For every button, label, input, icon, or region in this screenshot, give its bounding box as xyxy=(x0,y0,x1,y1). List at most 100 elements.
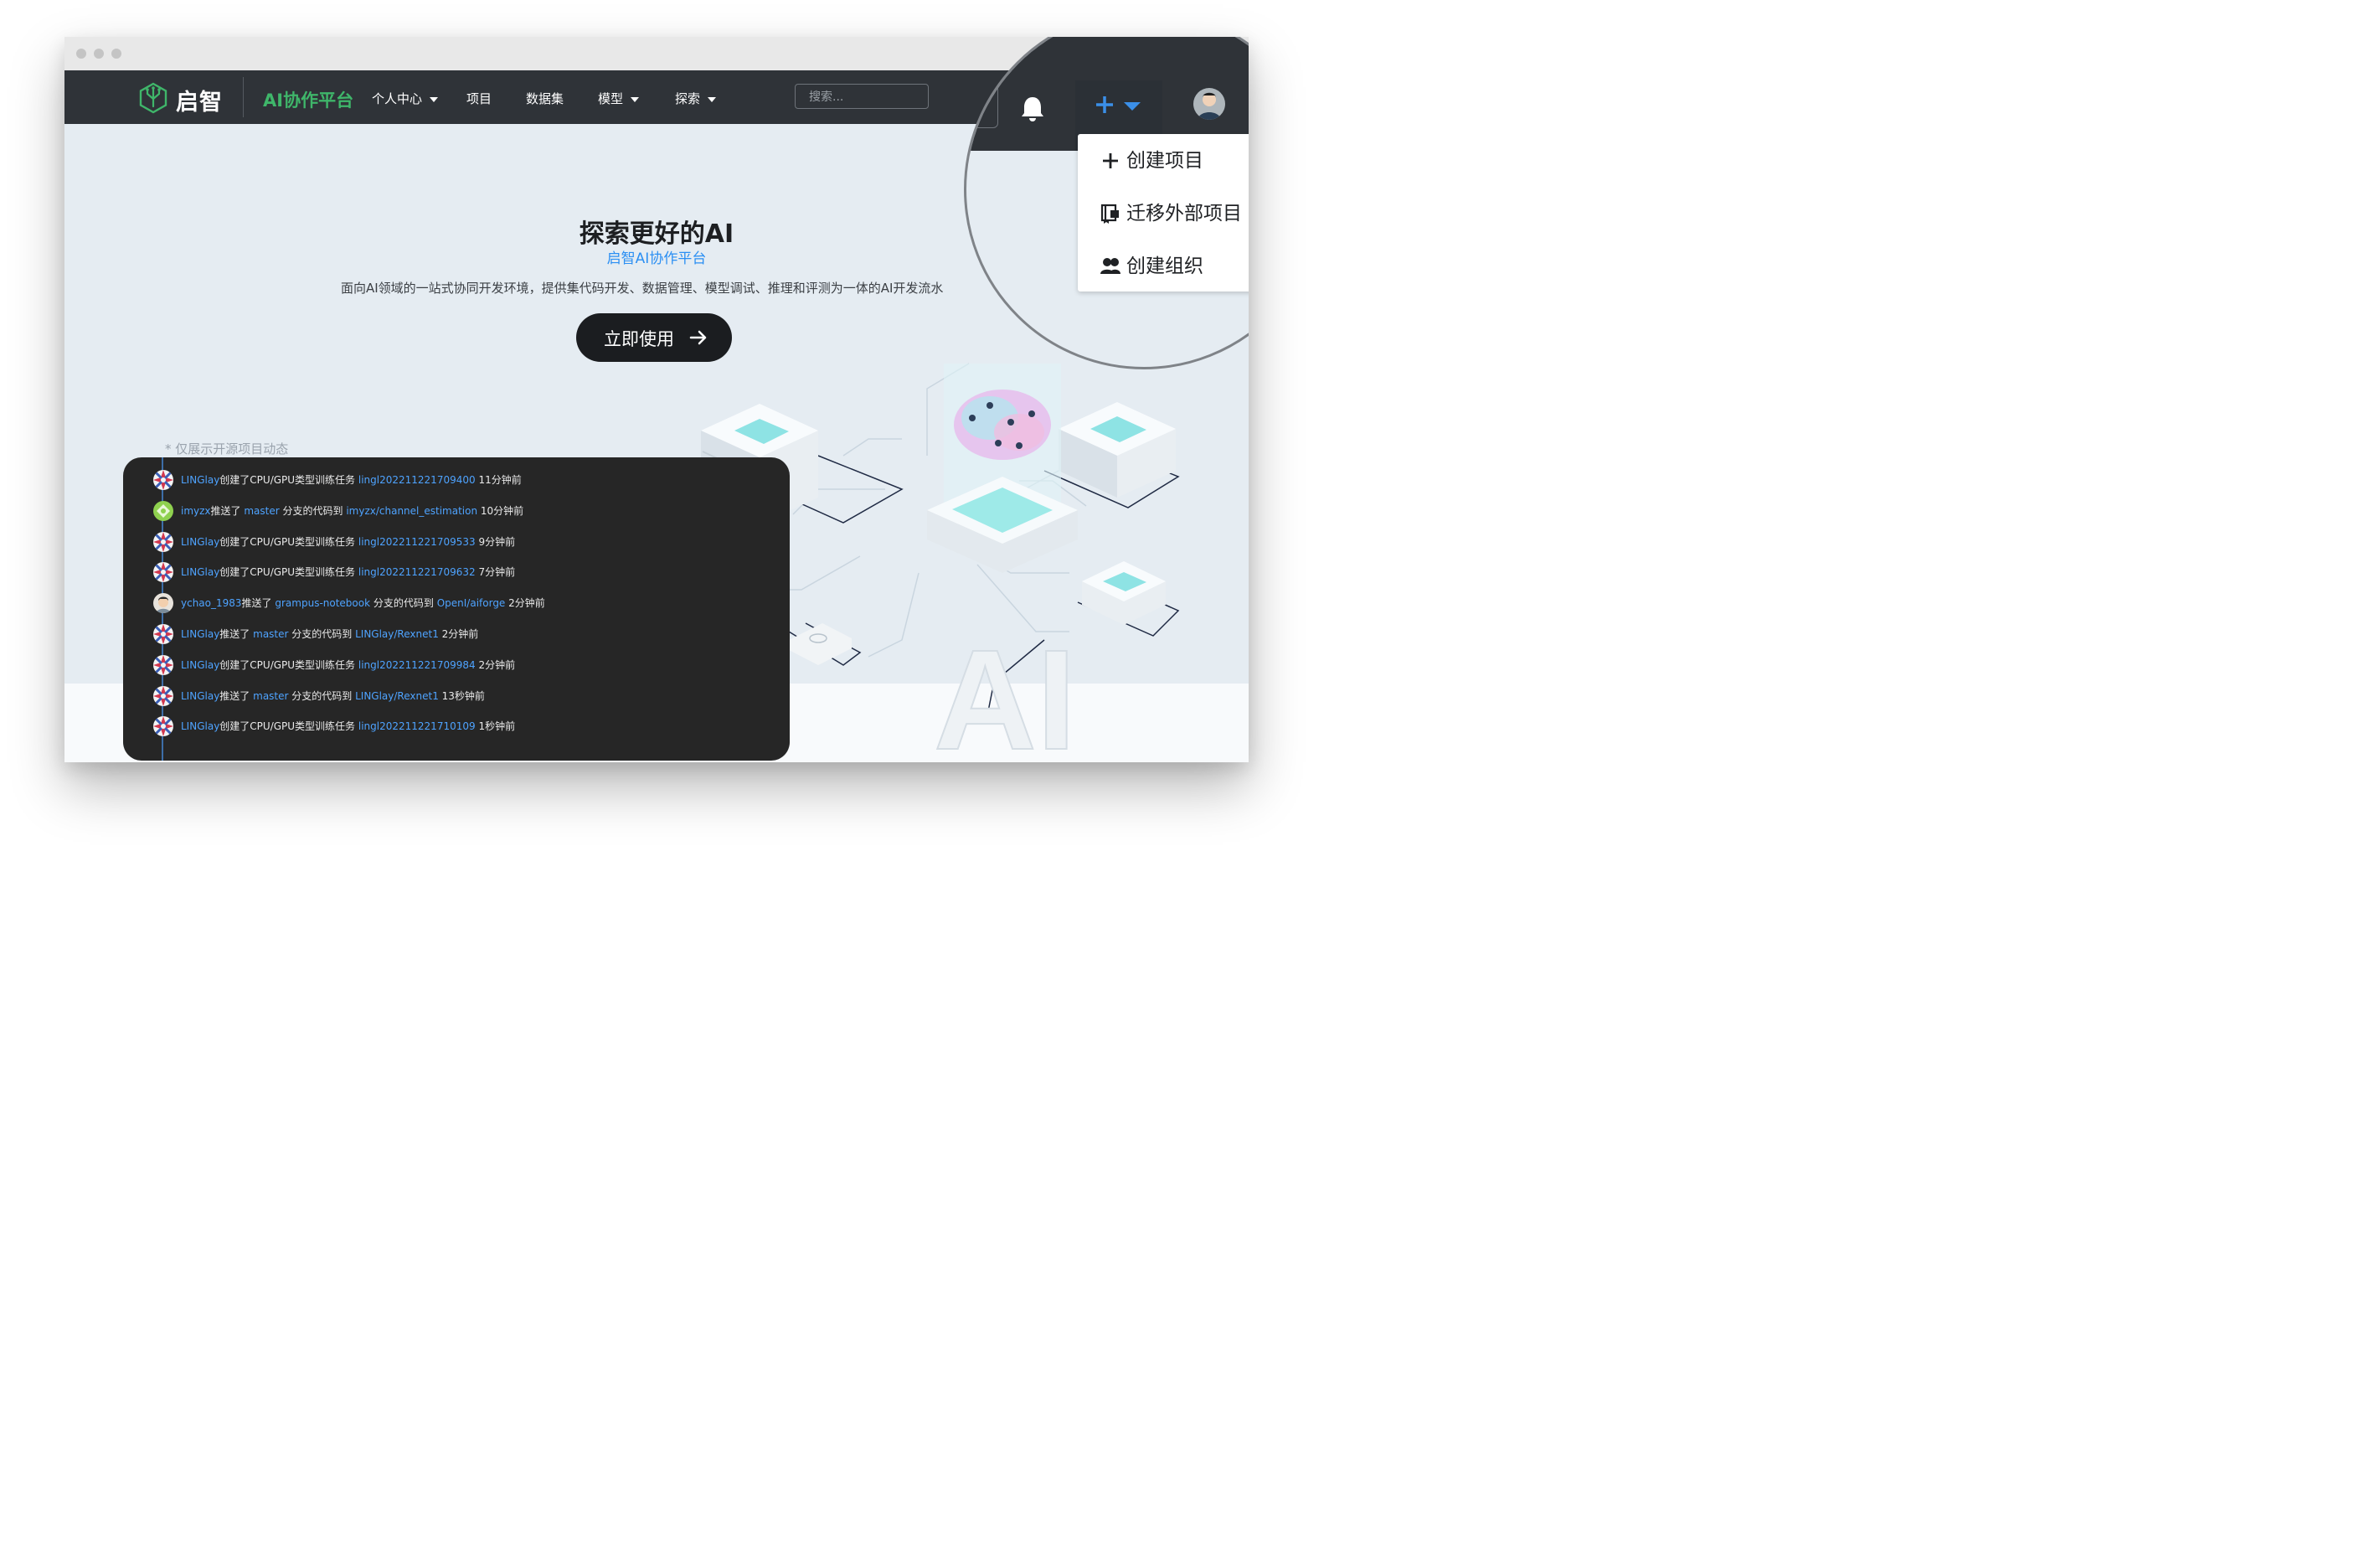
brain xyxy=(954,390,1051,460)
user-link[interactable]: LINGlay xyxy=(181,474,219,486)
caret-down-icon xyxy=(631,96,640,102)
user-link[interactable]: imyzx xyxy=(181,505,211,517)
ai-3d-text: AI xyxy=(934,621,1076,762)
server-right-bottom xyxy=(1082,561,1166,625)
nav-divider xyxy=(243,77,244,117)
target-link[interactable]: lingl202211221709533 xyxy=(358,536,476,548)
user-link[interactable]: LINGlay xyxy=(181,566,219,578)
activity-action: 创建了CPU/GPU类型训练任务 xyxy=(219,566,358,579)
menu-item-label: 迁移外部项目 xyxy=(1126,203,1242,224)
activity-action: 推送了 xyxy=(219,628,254,640)
nav-item-label: 项目 xyxy=(466,91,492,106)
avatar[interactable] xyxy=(1193,88,1225,120)
target-link[interactable]: lingl202211221710109 xyxy=(358,720,476,732)
branch-link[interactable]: grampus-notebook xyxy=(275,597,370,609)
nav-item-explore[interactable]: 探索 xyxy=(675,90,717,107)
nav-item-datasets[interactable]: 数据集 xyxy=(526,90,564,107)
activity-note: * 仅展示开源项目动态 xyxy=(165,441,289,457)
target-link[interactable]: LINGlay/Rexnet1 xyxy=(355,690,439,702)
server-right-top xyxy=(1059,402,1176,498)
activity-action: 创建了CPU/GPU类型训练任务 xyxy=(219,535,358,548)
target-link[interactable]: imyzx/channel_estimation xyxy=(346,505,477,517)
activity-time: 13秒钟前 xyxy=(438,689,485,702)
activity-text: LINGlay创建了CPU/GPU类型训练任务 lingl20221122170… xyxy=(181,469,522,491)
activity-text: LINGlay创建了CPU/GPU类型训练任务 lingl20221122170… xyxy=(181,531,515,553)
activity-time: 9分钟前 xyxy=(475,535,516,548)
activity-time: 2分钟前 xyxy=(505,597,545,610)
platform-name[interactable]: AI协作平台 xyxy=(263,87,353,112)
nav-item-label: 模型 xyxy=(598,91,624,106)
router-small xyxy=(789,623,852,665)
migrate-icon xyxy=(1100,204,1119,224)
nav-item-models[interactable]: 模型 xyxy=(598,90,640,107)
search-input[interactable]: 搜索... xyxy=(795,84,929,109)
target-link[interactable]: OpenI/aiforge xyxy=(437,597,506,609)
arrow-right-icon xyxy=(689,330,707,345)
avatar[interactable] xyxy=(153,593,173,614)
user-link[interactable]: LINGlay xyxy=(181,720,219,732)
plus-icon xyxy=(1096,96,1113,113)
target-link[interactable]: lingl202211221709400 xyxy=(358,474,476,486)
caret-down-icon xyxy=(1124,102,1141,111)
branch-link[interactable]: master xyxy=(244,505,279,517)
start-now-button[interactable]: 立即使用 xyxy=(576,313,732,362)
branch-link[interactable]: master xyxy=(253,628,288,640)
activity-mid-text: 分支的代码到 xyxy=(279,504,347,517)
nav-item-personal-center[interactable]: 个人中心 xyxy=(372,90,439,107)
user-link[interactable]: ychao_1983 xyxy=(181,597,242,609)
activity-action: 推送了 xyxy=(210,504,245,517)
menu-item-label: 创建组织 xyxy=(1126,255,1203,277)
activity-time: 10分钟前 xyxy=(477,504,524,517)
activity-time: 2分钟前 xyxy=(438,628,479,640)
activity-action: 推送了 xyxy=(241,597,276,610)
window-close-dot[interactable] xyxy=(76,49,86,59)
avatar[interactable] xyxy=(153,685,173,706)
hero-description: 面向AI领域的一站式协同开发环境，提供集代码开发、数据管理、模型调试、推理和评测… xyxy=(341,281,944,296)
activity-mid-text: 分支的代码到 xyxy=(288,689,356,702)
branch-link[interactable]: master xyxy=(253,690,288,702)
bell-icon[interactable] xyxy=(1020,95,1045,122)
nav-item-label: 个人中心 xyxy=(372,91,423,106)
menu-item-label: 创建项目 xyxy=(1126,150,1203,172)
create-dropdown-menu: 创建项目 迁移外部项目 创建组织 xyxy=(1078,134,1249,292)
activity-mid-text: 分支的代码到 xyxy=(370,597,437,610)
activity-text: LINGlay创建了CPU/GPU类型训练任务 lingl20221122171… xyxy=(181,715,515,737)
nav-item-label: 数据集 xyxy=(526,91,564,106)
activity-mid-text: 分支的代码到 xyxy=(288,628,356,640)
activity-time: 1秒钟前 xyxy=(475,720,516,733)
activity-time: 2分钟前 xyxy=(475,658,516,671)
browser-window: 启智 AI协作平台 个人中心 项目 数据集 模型 探索 搜索... AI 探索更… xyxy=(64,37,1249,762)
users-icon xyxy=(1100,258,1120,274)
target-link[interactable]: lingl202211221709632 xyxy=(358,566,476,578)
activity-text: imyzx推送了 master 分支的代码到 imyzx/channel_est… xyxy=(181,500,523,522)
activity-time: 7分钟前 xyxy=(475,566,516,579)
avatar[interactable] xyxy=(153,654,173,675)
target-link[interactable]: LINGlay/Rexnet1 xyxy=(355,628,439,640)
activity-text: LINGlay推送了 master 分支的代码到 LINGlay/Rexnet1… xyxy=(181,685,485,707)
window-minimize-dot[interactable] xyxy=(94,49,104,59)
user-link[interactable]: LINGlay xyxy=(181,536,219,548)
caret-down-icon xyxy=(708,96,717,102)
activity-text: LINGlay创建了CPU/GPU类型训练任务 lingl20221122170… xyxy=(181,561,515,583)
caret-down-icon xyxy=(430,96,439,102)
activity-action: 创建了CPU/GPU类型训练任务 xyxy=(219,720,358,733)
avatar[interactable] xyxy=(153,470,173,490)
logo-text[interactable]: 启智 xyxy=(176,84,223,116)
activity-action: 推送了 xyxy=(219,689,254,702)
user-link[interactable]: LINGlay xyxy=(181,628,219,640)
openi-logo-icon[interactable] xyxy=(137,81,170,115)
activity-action: 创建了CPU/GPU类型训练任务 xyxy=(219,658,358,671)
activity-time: 11分钟前 xyxy=(475,474,522,486)
avatar[interactable] xyxy=(153,531,173,552)
nav-item-label: 探索 xyxy=(675,91,701,106)
target-link[interactable]: lingl202211221709984 xyxy=(358,659,476,671)
activity-text: LINGlay创建了CPU/GPU类型训练任务 lingl20221122170… xyxy=(181,654,515,676)
avatar[interactable] xyxy=(153,500,173,521)
nav-item-projects[interactable]: 项目 xyxy=(466,90,492,107)
user-link[interactable]: LINGlay xyxy=(181,659,219,671)
avatar[interactable] xyxy=(153,716,173,737)
window-maximize-dot[interactable] xyxy=(111,49,121,59)
user-link[interactable]: LINGlay xyxy=(181,690,219,702)
avatar[interactable] xyxy=(153,624,173,644)
avatar[interactable] xyxy=(153,562,173,583)
